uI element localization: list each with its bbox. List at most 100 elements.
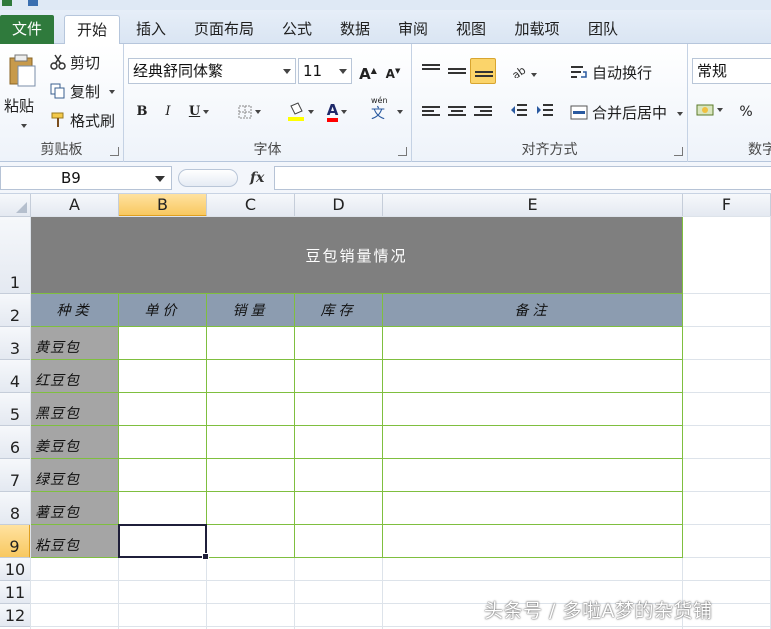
- data-cell[interactable]: [207, 525, 295, 558]
- data-cell[interactable]: [383, 525, 683, 558]
- item-name-cell[interactable]: 红豆包: [31, 360, 119, 393]
- row-header-7[interactable]: 7: [0, 459, 31, 492]
- column-header-b[interactable]: B: [119, 194, 207, 217]
- tab-data[interactable]: 数据: [330, 15, 380, 44]
- accounting-format-button[interactable]: [696, 102, 732, 122]
- align-middle-icon[interactable]: [448, 68, 466, 82]
- wrap-text-button[interactable]: 自动换行: [570, 62, 680, 86]
- copy-dropdown-icon[interactable]: [109, 90, 115, 94]
- format-painter-button[interactable]: 格式刷: [48, 110, 120, 132]
- data-cell[interactable]: [383, 426, 683, 459]
- align-left-icon[interactable]: [422, 106, 440, 120]
- align-right-icon[interactable]: [474, 106, 492, 120]
- row-header-10[interactable]: 10: [0, 558, 31, 581]
- data-cell[interactable]: [119, 426, 207, 459]
- tab-team[interactable]: 团队: [578, 15, 628, 44]
- row-header-8[interactable]: 8: [0, 492, 31, 525]
- data-cell[interactable]: [383, 360, 683, 393]
- splitter-handle[interactable]: [178, 169, 238, 187]
- tab-review[interactable]: 审阅: [388, 15, 438, 44]
- item-name-cell[interactable]: 姜豆包: [31, 426, 119, 459]
- font-color-button[interactable]: A: [320, 100, 354, 124]
- shrink-font-button[interactable]: A▼: [381, 59, 405, 83]
- row-header-6[interactable]: 6: [0, 426, 31, 459]
- clipboard-launcher-icon[interactable]: [110, 147, 119, 156]
- data-cell[interactable]: [207, 492, 295, 525]
- tab-insert[interactable]: 插入: [126, 15, 176, 44]
- data-cell[interactable]: [383, 393, 683, 426]
- orientation-button[interactable]: ab: [510, 62, 540, 82]
- active-cell-b9[interactable]: [118, 524, 209, 560]
- decrease-indent-button[interactable]: [510, 102, 530, 122]
- paste-dropdown-icon[interactable]: [21, 124, 27, 128]
- percent-button[interactable]: %: [734, 100, 758, 124]
- item-name-cell[interactable]: 黑豆包: [31, 393, 119, 426]
- underline-button[interactable]: U: [182, 100, 216, 124]
- tab-home[interactable]: 开始: [64, 15, 120, 45]
- column-header-c[interactable]: C: [207, 194, 295, 217]
- data-cell[interactable]: [295, 492, 383, 525]
- header-cell-a[interactable]: 种类: [31, 294, 119, 327]
- alignment-launcher-icon[interactable]: [674, 147, 683, 156]
- data-cell[interactable]: [119, 327, 207, 360]
- sheet-title-cell[interactable]: 豆包销量情况: [31, 217, 683, 294]
- item-name-cell[interactable]: 黄豆包: [31, 327, 119, 360]
- grow-font-button[interactable]: A▲: [356, 59, 380, 83]
- data-cell[interactable]: [295, 426, 383, 459]
- row-header-12[interactable]: 12: [0, 604, 31, 627]
- bold-button[interactable]: B: [130, 100, 154, 124]
- header-cell-b[interactable]: 单价: [119, 294, 207, 327]
- row-header-2[interactable]: 2: [0, 294, 31, 327]
- cut-button[interactable]: 剪切: [48, 52, 118, 74]
- row-header-1[interactable]: 1: [0, 217, 31, 294]
- tab-file[interactable]: 文件: [0, 15, 54, 44]
- name-box[interactable]: B9: [0, 166, 172, 190]
- data-cell[interactable]: [207, 360, 295, 393]
- data-cell[interactable]: [383, 492, 683, 525]
- item-name-cell[interactable]: 绿豆包: [31, 459, 119, 492]
- select-all-button[interactable]: [0, 194, 31, 217]
- row-header-4[interactable]: 4: [0, 360, 31, 393]
- data-cell[interactable]: [295, 459, 383, 492]
- header-cell-e[interactable]: 备注: [383, 294, 683, 327]
- tab-view[interactable]: 视图: [446, 15, 496, 44]
- copy-button[interactable]: 复制: [48, 81, 118, 103]
- formula-input[interactable]: [274, 166, 771, 190]
- column-header-e[interactable]: E: [383, 194, 683, 217]
- data-cell[interactable]: [207, 459, 295, 492]
- data-cell[interactable]: [295, 393, 383, 426]
- column-header-f[interactable]: F: [683, 194, 771, 217]
- data-cell[interactable]: [119, 492, 207, 525]
- header-cell-c[interactable]: 销量: [207, 294, 295, 327]
- insert-function-button[interactable]: fx: [250, 166, 272, 190]
- font-launcher-icon[interactable]: [398, 147, 407, 156]
- row-header-3[interactable]: 3: [0, 327, 31, 360]
- italic-button[interactable]: I: [156, 100, 180, 124]
- save-icon[interactable]: [28, 0, 38, 6]
- column-header-a[interactable]: A: [31, 194, 119, 217]
- fill-color-button[interactable]: [282, 100, 318, 124]
- data-cell[interactable]: [383, 327, 683, 360]
- number-format-select[interactable]: 常规: [692, 58, 771, 84]
- data-cell[interactable]: [119, 459, 207, 492]
- data-cell[interactable]: [207, 393, 295, 426]
- phonetic-button[interactable]: wén 文: [368, 96, 408, 126]
- row-header-9[interactable]: 9: [0, 525, 31, 558]
- header-cell-d[interactable]: 库存: [295, 294, 383, 327]
- row-header-11[interactable]: 11: [0, 581, 31, 604]
- column-header-d[interactable]: D: [295, 194, 383, 217]
- data-cell[interactable]: [383, 459, 683, 492]
- data-cell[interactable]: [207, 426, 295, 459]
- data-cell[interactable]: [119, 393, 207, 426]
- tab-page-layout[interactable]: 页面布局: [186, 15, 262, 44]
- tab-add-ins[interactable]: 加载项: [504, 15, 570, 44]
- tab-formulas[interactable]: 公式: [272, 15, 322, 44]
- align-top-icon[interactable]: [422, 64, 440, 78]
- font-name-select[interactable]: 经典舒同体繁: [128, 58, 296, 84]
- borders-button[interactable]: [232, 100, 266, 124]
- data-cell[interactable]: [295, 360, 383, 393]
- row-header-5[interactable]: 5: [0, 393, 31, 426]
- paste-button[interactable]: 粘贴: [2, 50, 42, 134]
- font-size-select[interactable]: 11: [298, 58, 352, 84]
- data-cell[interactable]: [207, 327, 295, 360]
